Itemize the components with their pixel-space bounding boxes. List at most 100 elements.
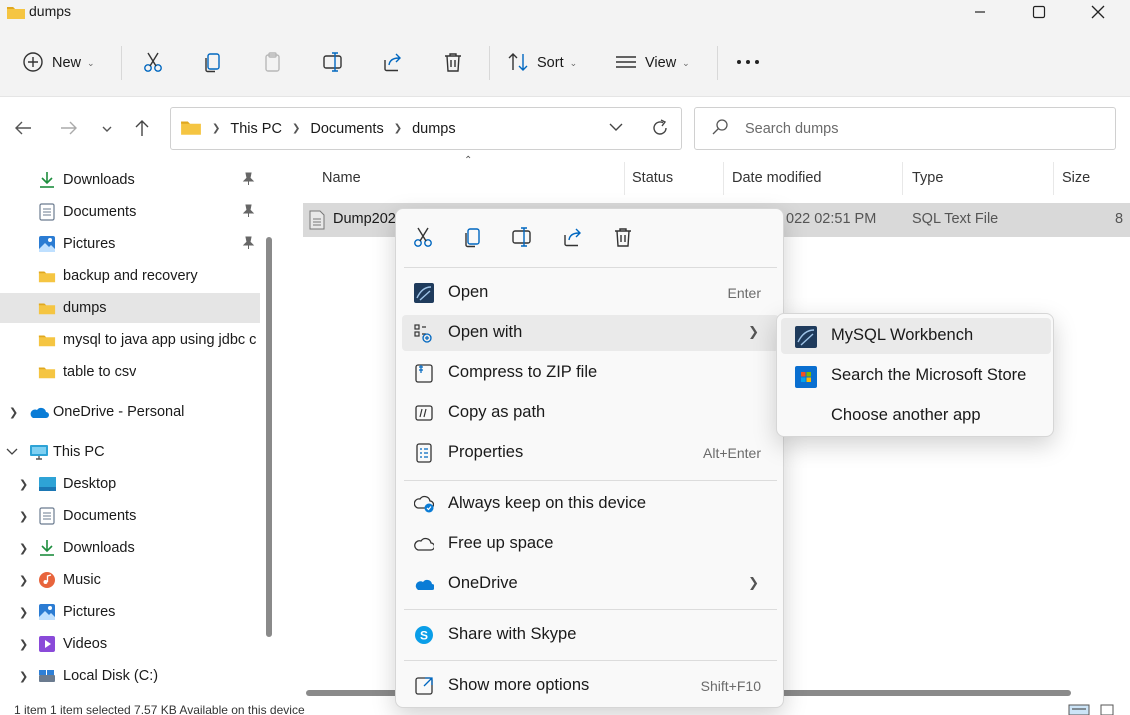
column-divider[interactable]: [624, 162, 625, 195]
sidebar-item-onedrive[interactable]: ❯ OneDrive - Personal: [0, 397, 260, 427]
chevron-down-icon: [101, 121, 113, 137]
column-header-date-modified[interactable]: Date modified: [732, 170, 821, 186]
breadcrumb-dumps[interactable]: dumps: [412, 121, 456, 137]
clipboard-icon: [262, 51, 284, 76]
column-header-name[interactable]: Name: [322, 170, 361, 186]
sidebar-item-desktop[interactable]: ❯ Desktop: [0, 469, 260, 499]
back-button[interactable]: [9, 115, 37, 143]
chevron-right-icon[interactable]: ❯: [19, 574, 28, 587]
submenu-item-label: MySQL Workbench: [831, 326, 974, 344]
tiles-view-icon[interactable]: [1100, 704, 1114, 715]
forward-button[interactable]: [55, 115, 83, 143]
menu-item-open-with[interactable]: Open with ❯: [402, 315, 779, 351]
share-button[interactable]: [382, 46, 404, 80]
menu-item-share-skype[interactable]: S Share with Skype: [402, 617, 779, 653]
file-date-modified: 022 02:51 PM: [786, 211, 877, 227]
minimize-button[interactable]: [950, 0, 1010, 24]
refresh-icon[interactable]: [650, 118, 670, 141]
disk-icon: [38, 667, 56, 685]
menu-item-compress-zip[interactable]: Compress to ZIP file: [402, 355, 779, 391]
sidebar-item-label: Downloads: [63, 540, 135, 556]
divider: [404, 660, 777, 661]
microsoft-store-icon: [795, 366, 817, 388]
sidebar-item-videos[interactable]: ❯ Videos: [0, 629, 260, 659]
more-options-button[interactable]: [736, 46, 760, 80]
chevron-right-icon[interactable]: ❯: [19, 670, 28, 683]
delete-button[interactable]: [442, 46, 464, 80]
document-icon: [38, 203, 56, 221]
search-input[interactable]: Search dumps: [694, 107, 1116, 150]
chevron-down-icon[interactable]: [6, 446, 18, 459]
sidebar-item-this-pc[interactable]: This PC: [0, 437, 260, 467]
sidebar-item-music[interactable]: ❯ Music: [0, 565, 260, 595]
new-button[interactable]: New ⌄: [22, 46, 95, 80]
menu-item-open[interactable]: Open Enter: [402, 275, 779, 311]
sidebar-item-downloads-pc[interactable]: ❯ Downloads: [0, 533, 260, 563]
column-divider[interactable]: [902, 162, 903, 195]
sort-button[interactable]: Sort ⌄: [507, 46, 577, 80]
sidebar-item-backup-and-recovery[interactable]: backup and recovery: [0, 261, 260, 291]
address-history-chevron-icon[interactable]: [608, 119, 624, 138]
rename-icon: [511, 226, 535, 251]
file-type: SQL Text File: [912, 211, 999, 227]
delete-action[interactable]: [611, 226, 635, 250]
sidebar-item-pictures-pc[interactable]: ❯ Pictures: [0, 597, 260, 627]
column-divider[interactable]: [1053, 162, 1054, 195]
chevron-right-icon[interactable]: ❯: [19, 510, 28, 523]
sidebar-item-table-to-csv[interactable]: table to csv: [0, 357, 260, 387]
recent-locations-button[interactable]: [93, 115, 121, 143]
menu-item-properties[interactable]: Properties Alt+Enter: [402, 435, 779, 471]
sidebar-item-pictures[interactable]: Pictures: [0, 229, 260, 259]
up-button[interactable]: [128, 115, 156, 143]
submenu-item-mysql-workbench[interactable]: MySQL Workbench: [781, 318, 1051, 354]
cloud-keep-icon: [414, 494, 434, 514]
rename-action[interactable]: [511, 226, 535, 250]
copy-action[interactable]: [461, 226, 485, 250]
details-view-icon[interactable]: [1068, 704, 1090, 715]
chevron-right-icon[interactable]: ❯: [19, 478, 28, 491]
rename-button[interactable]: [322, 46, 346, 80]
sidebar-item-local-disk[interactable]: ❯ Local Disk (C:): [0, 661, 260, 691]
close-button[interactable]: [1068, 0, 1128, 24]
chevron-right-icon[interactable]: ❯: [19, 606, 28, 619]
sidebar-item-documents-pc[interactable]: ❯ Documents: [0, 501, 260, 531]
cut-action[interactable]: [411, 226, 435, 250]
breadcrumb-documents[interactable]: Documents: [310, 121, 383, 137]
column-header-size[interactable]: Size: [1062, 170, 1090, 186]
submenu-item-microsoft-store[interactable]: Search the Microsoft Store: [781, 358, 1051, 394]
menu-item-onedrive[interactable]: OneDrive ❯: [402, 566, 779, 602]
column-header-status[interactable]: Status: [632, 170, 673, 186]
sidebar-item-documents[interactable]: Documents: [0, 197, 260, 227]
divider: [717, 46, 718, 80]
chevron-right-icon[interactable]: ❯: [19, 638, 28, 651]
pc-icon: [29, 443, 49, 461]
sidebar-item-downloads[interactable]: Downloads: [0, 165, 260, 195]
submenu-item-choose-another-app[interactable]: Choose another app: [781, 398, 1051, 434]
music-icon: [38, 571, 56, 589]
chevron-right-icon[interactable]: ❯: [19, 542, 28, 555]
menu-item-always-keep[interactable]: Always keep on this device: [402, 486, 779, 522]
share-action[interactable]: [561, 226, 585, 250]
sidebar-item-dumps[interactable]: dumps: [0, 293, 260, 323]
menu-item-free-up-space[interactable]: Free up space: [402, 526, 779, 562]
folder-icon: [6, 4, 26, 23]
copy-path-icon: [414, 403, 434, 423]
sidebar-item-label: Downloads: [63, 172, 135, 188]
show-more-icon: [414, 676, 434, 696]
sidebar-scrollbar[interactable]: [266, 237, 272, 637]
view-button[interactable]: View ⌄: [615, 46, 690, 80]
maximize-button[interactable]: [1009, 0, 1069, 24]
sidebar-item-mysql-to-java[interactable]: mysql to java app using jdbc c: [0, 325, 260, 355]
menu-item-show-more-options[interactable]: Show more options Shift+F10: [402, 668, 779, 704]
column-header-type[interactable]: Type: [912, 170, 943, 186]
cut-button[interactable]: [142, 46, 164, 80]
chevron-down-icon: ⌄: [682, 57, 690, 68]
breadcrumb-this-pc[interactable]: This PC: [230, 121, 282, 137]
menu-item-label: Show more options: [448, 676, 590, 694]
menu-item-copy-as-path[interactable]: Copy as path: [402, 395, 779, 431]
chevron-right-icon[interactable]: ❯: [9, 406, 18, 419]
copy-button[interactable]: [202, 46, 224, 80]
column-divider[interactable]: [723, 162, 724, 195]
paste-button[interactable]: [262, 46, 284, 80]
address-bar[interactable]: ❯ This PC ❯ Documents ❯ dumps: [170, 107, 682, 150]
